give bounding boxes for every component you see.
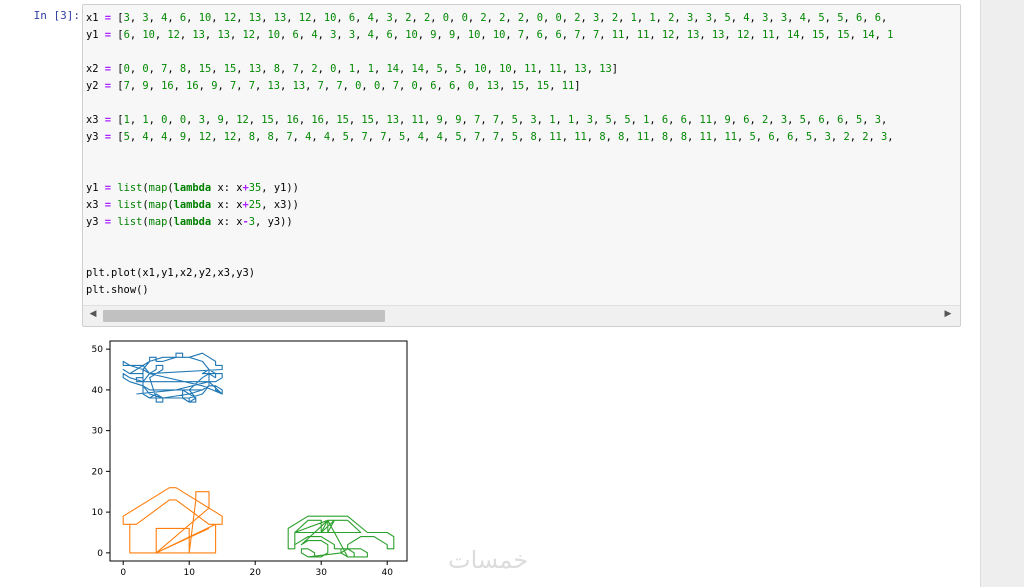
- code-line: plt.plot(x1,y1,x2,y2,x3,y3): [86, 267, 256, 279]
- code-line: x1 = [3, 3, 4, 6, 10, 12, 13, 13, 12, 10…: [86, 12, 888, 24]
- code-line: x3 = [1, 1, 0, 0, 3, 9, 12, 15, 16, 16, …: [86, 114, 888, 126]
- y-tick-label: 50: [92, 345, 104, 355]
- notebook-right-gutter: [980, 0, 1024, 587]
- code-line: plt.show(): [86, 284, 149, 296]
- y-tick-label: 20: [92, 467, 104, 477]
- code-line: x2 = [0, 0, 7, 8, 15, 15, 13, 8, 7, 2, 0…: [86, 63, 619, 75]
- scroll-right-icon[interactable]: ▶: [942, 309, 954, 319]
- scroll-left-icon[interactable]: ◀: [87, 309, 99, 319]
- code-line: y1 = [6, 10, 12, 13, 13, 12, 10, 6, 4, 3…: [86, 29, 894, 41]
- y-tick-label: 30: [92, 427, 104, 437]
- matplotlib-output-plot: 0 10 20 30 40 0 10 20 30 40 50: [92, 340, 408, 578]
- horizontal-scrollbar[interactable]: ◀ ▶: [83, 305, 960, 326]
- code-line: y2 = [7, 9, 16, 16, 9, 7, 7, 13, 13, 7, …: [86, 80, 581, 92]
- x-tick-label: 30: [315, 568, 327, 578]
- watermark-logo: خمسات: [448, 546, 529, 574]
- code-line: y3 = [5, 4, 4, 9, 12, 12, 8, 8, 7, 4, 4,…: [86, 131, 894, 143]
- y-tick-label: 10: [92, 508, 104, 518]
- cell-prompt: In [3]:: [33, 9, 80, 22]
- x-tick-label: 40: [381, 568, 393, 578]
- y-tick-label: 40: [92, 386, 104, 396]
- x-tick-label: 0: [120, 568, 126, 578]
- x-tick-label: 20: [249, 568, 261, 578]
- code-cell[interactable]: x1 = [3, 3, 4, 6, 10, 12, 13, 13, 12, 10…: [82, 4, 961, 327]
- scrollbar-thumb[interactable]: [103, 310, 385, 322]
- code-editor[interactable]: x1 = [3, 3, 4, 6, 10, 12, 13, 13, 12, 10…: [86, 10, 958, 308]
- code-line: y3 = list(map(lambda x: x-3, y3)): [86, 216, 293, 228]
- y-tick-label: 0: [97, 549, 103, 559]
- x-tick-label: 10: [183, 568, 195, 578]
- code-line: y1 = list(map(lambda x: x+35, y1)): [86, 182, 299, 194]
- code-line: x3 = list(map(lambda x: x+25, x3)): [86, 199, 299, 211]
